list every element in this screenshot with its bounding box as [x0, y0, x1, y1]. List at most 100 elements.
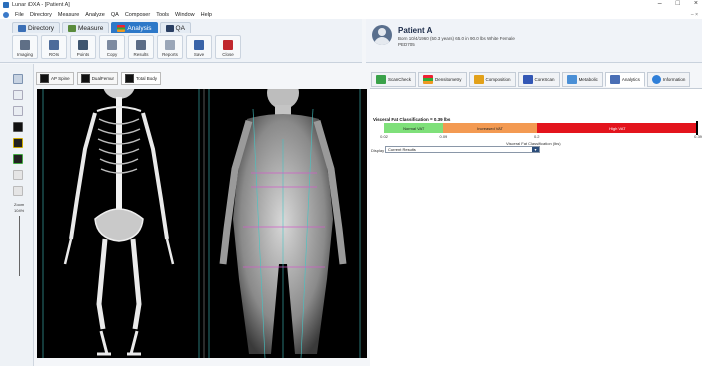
skeleton-image [63, 89, 175, 356]
tab-qa[interactable]: QA [159, 22, 191, 33]
tab-corescan[interactable]: CoreScan [517, 72, 560, 87]
tab-composition[interactable]: Composition [468, 72, 516, 87]
tab-metabolic[interactable]: Metabolic [561, 72, 603, 87]
normal-vat-segment: Normal VAT [384, 123, 444, 133]
menu-tools[interactable]: Tools [156, 12, 169, 18]
title-bar: Lunar iDXA - [Patient A] – □ × [0, 0, 702, 10]
app-window: Lunar iDXA - [Patient A] – □ × File Dire… [0, 0, 702, 366]
view-tab-total-body[interactable]: Total Body [120, 72, 161, 85]
menu-window[interactable]: Window [175, 12, 195, 18]
results-button[interactable]: Results [128, 35, 154, 59]
body-outline-icon[interactable] [13, 170, 23, 180]
visceral-fat-title: Visceral Fat Classification = 0.39 lbs [373, 117, 451, 122]
points-button[interactable]: Points [70, 35, 96, 59]
reports-button[interactable]: Reports [157, 35, 183, 59]
dxa-image-viewer[interactable] [37, 89, 367, 358]
densitometry-icon [423, 75, 434, 84]
dxa-scan-image [42, 89, 361, 358]
tab-directory[interactable]: Directory [12, 22, 61, 33]
scan-view-tabs: AP Spine DualFemur Total Body [36, 72, 161, 85]
corescan-icon [522, 75, 533, 84]
view-tab-label: Total Body [135, 76, 157, 81]
analysis-icon [117, 24, 126, 32]
analysis-tab-label: Metabolic [578, 77, 598, 82]
left-toolbar: Zoom 104% [0, 64, 34, 366]
save-label: Save [193, 52, 205, 57]
reports-icon [165, 40, 175, 50]
maximize-button[interactable]: □ [676, 0, 680, 7]
close-button[interactable]: Close [215, 35, 241, 59]
points-label: Points [76, 52, 90, 57]
save-button[interactable]: Save [186, 35, 212, 59]
rois-button[interactable]: ROIs [41, 35, 67, 59]
zoom-value: 104% [14, 208, 25, 213]
tab-information[interactable]: Information [646, 72, 691, 87]
view-tab-dualfemur[interactable]: DualFemur [76, 72, 118, 85]
dualfemur-icon [80, 74, 90, 83]
imaging-button[interactable]: Imaging [12, 35, 38, 59]
system-menu-icon[interactable] [3, 11, 9, 18]
app-icon [3, 2, 9, 8]
patient-id: PED705 [398, 42, 415, 47]
rois-label: ROIs [48, 52, 60, 57]
menu-bar: File Directory Measure Analyze QA Compos… [0, 10, 702, 19]
analysis-tab-label: Composition [485, 77, 511, 82]
menu-help[interactable]: Help [201, 12, 212, 18]
composition-icon [473, 75, 484, 84]
menu-analyze[interactable]: Analyze [85, 12, 105, 18]
analytics-icon [609, 75, 620, 84]
mdi-controls[interactable]: – × [691, 12, 698, 18]
menu-file[interactable]: File [15, 12, 24, 18]
tab-analysis[interactable]: Analysis [111, 22, 158, 33]
ruler-icon[interactable] [13, 186, 23, 196]
pan-tool-icon[interactable] [13, 106, 23, 116]
close-label: Close [222, 52, 234, 57]
analysis-tab-label: CoreScan [534, 77, 555, 82]
overlay-icon[interactable] [13, 154, 23, 164]
zoom-tool-icon[interactable] [13, 90, 23, 100]
analysis-tab-label: Information [662, 77, 686, 82]
tick-label: 0.39 [694, 134, 702, 139]
high-vat-segment: High VAT [536, 123, 698, 133]
close-window-button[interactable]: × [694, 0, 698, 7]
zoom-slider[interactable] [19, 216, 20, 276]
view-tab-ap-spine[interactable]: AP Spine [36, 72, 74, 85]
display-select[interactable]: Current Results ▾ [385, 146, 540, 153]
display-select-value: Current Results [388, 147, 416, 152]
close-icon [223, 40, 233, 50]
patient-name: Patient A [398, 26, 433, 35]
results-icon [136, 40, 146, 50]
tab-scancheck[interactable]: ScanCheck [371, 72, 417, 87]
results-label: Results [133, 52, 149, 57]
menu-directory[interactable]: Directory [30, 12, 52, 18]
color-map-icon[interactable] [13, 138, 23, 148]
visceral-fat-marker [696, 121, 698, 135]
tab-measure-label: Measure [78, 24, 104, 32]
imaging-label: Imaging [16, 52, 33, 57]
rois-icon [49, 40, 59, 50]
ribbon: Directory Measure Analysis QA Imaging RO… [0, 19, 362, 63]
copy-label: Copy [106, 52, 118, 57]
display-label: Display [371, 148, 385, 153]
copy-button[interactable]: Copy [99, 35, 125, 59]
information-icon [651, 75, 661, 84]
menu-measure[interactable]: Measure [58, 12, 79, 18]
total-body-icon [124, 74, 134, 83]
chevron-down-icon[interactable]: ▾ [532, 147, 539, 152]
directory-icon [18, 24, 26, 32]
copy-icon [107, 40, 117, 50]
points-icon [78, 40, 88, 50]
menu-composer[interactable]: Composer [125, 12, 150, 18]
save-icon [194, 40, 204, 50]
tab-directory-label: Directory [28, 24, 55, 32]
image-invert-icon[interactable] [13, 122, 23, 132]
patient-avatar [372, 25, 392, 45]
tab-measure[interactable]: Measure [62, 22, 110, 33]
menu-qa[interactable]: QA [111, 12, 119, 18]
tab-analytics[interactable]: Analytics [604, 72, 645, 87]
tab-densitometry[interactable]: Densitometry [418, 72, 467, 87]
patient-header: Patient A Born 10/4/1960 (50.3 years) 65… [366, 19, 702, 63]
minimize-button[interactable]: – [658, 0, 662, 7]
patient-details: Born 10/4/1960 (50.3 years) 65.0 in 90.0… [398, 36, 515, 41]
pointer-tool-icon[interactable] [13, 74, 23, 84]
